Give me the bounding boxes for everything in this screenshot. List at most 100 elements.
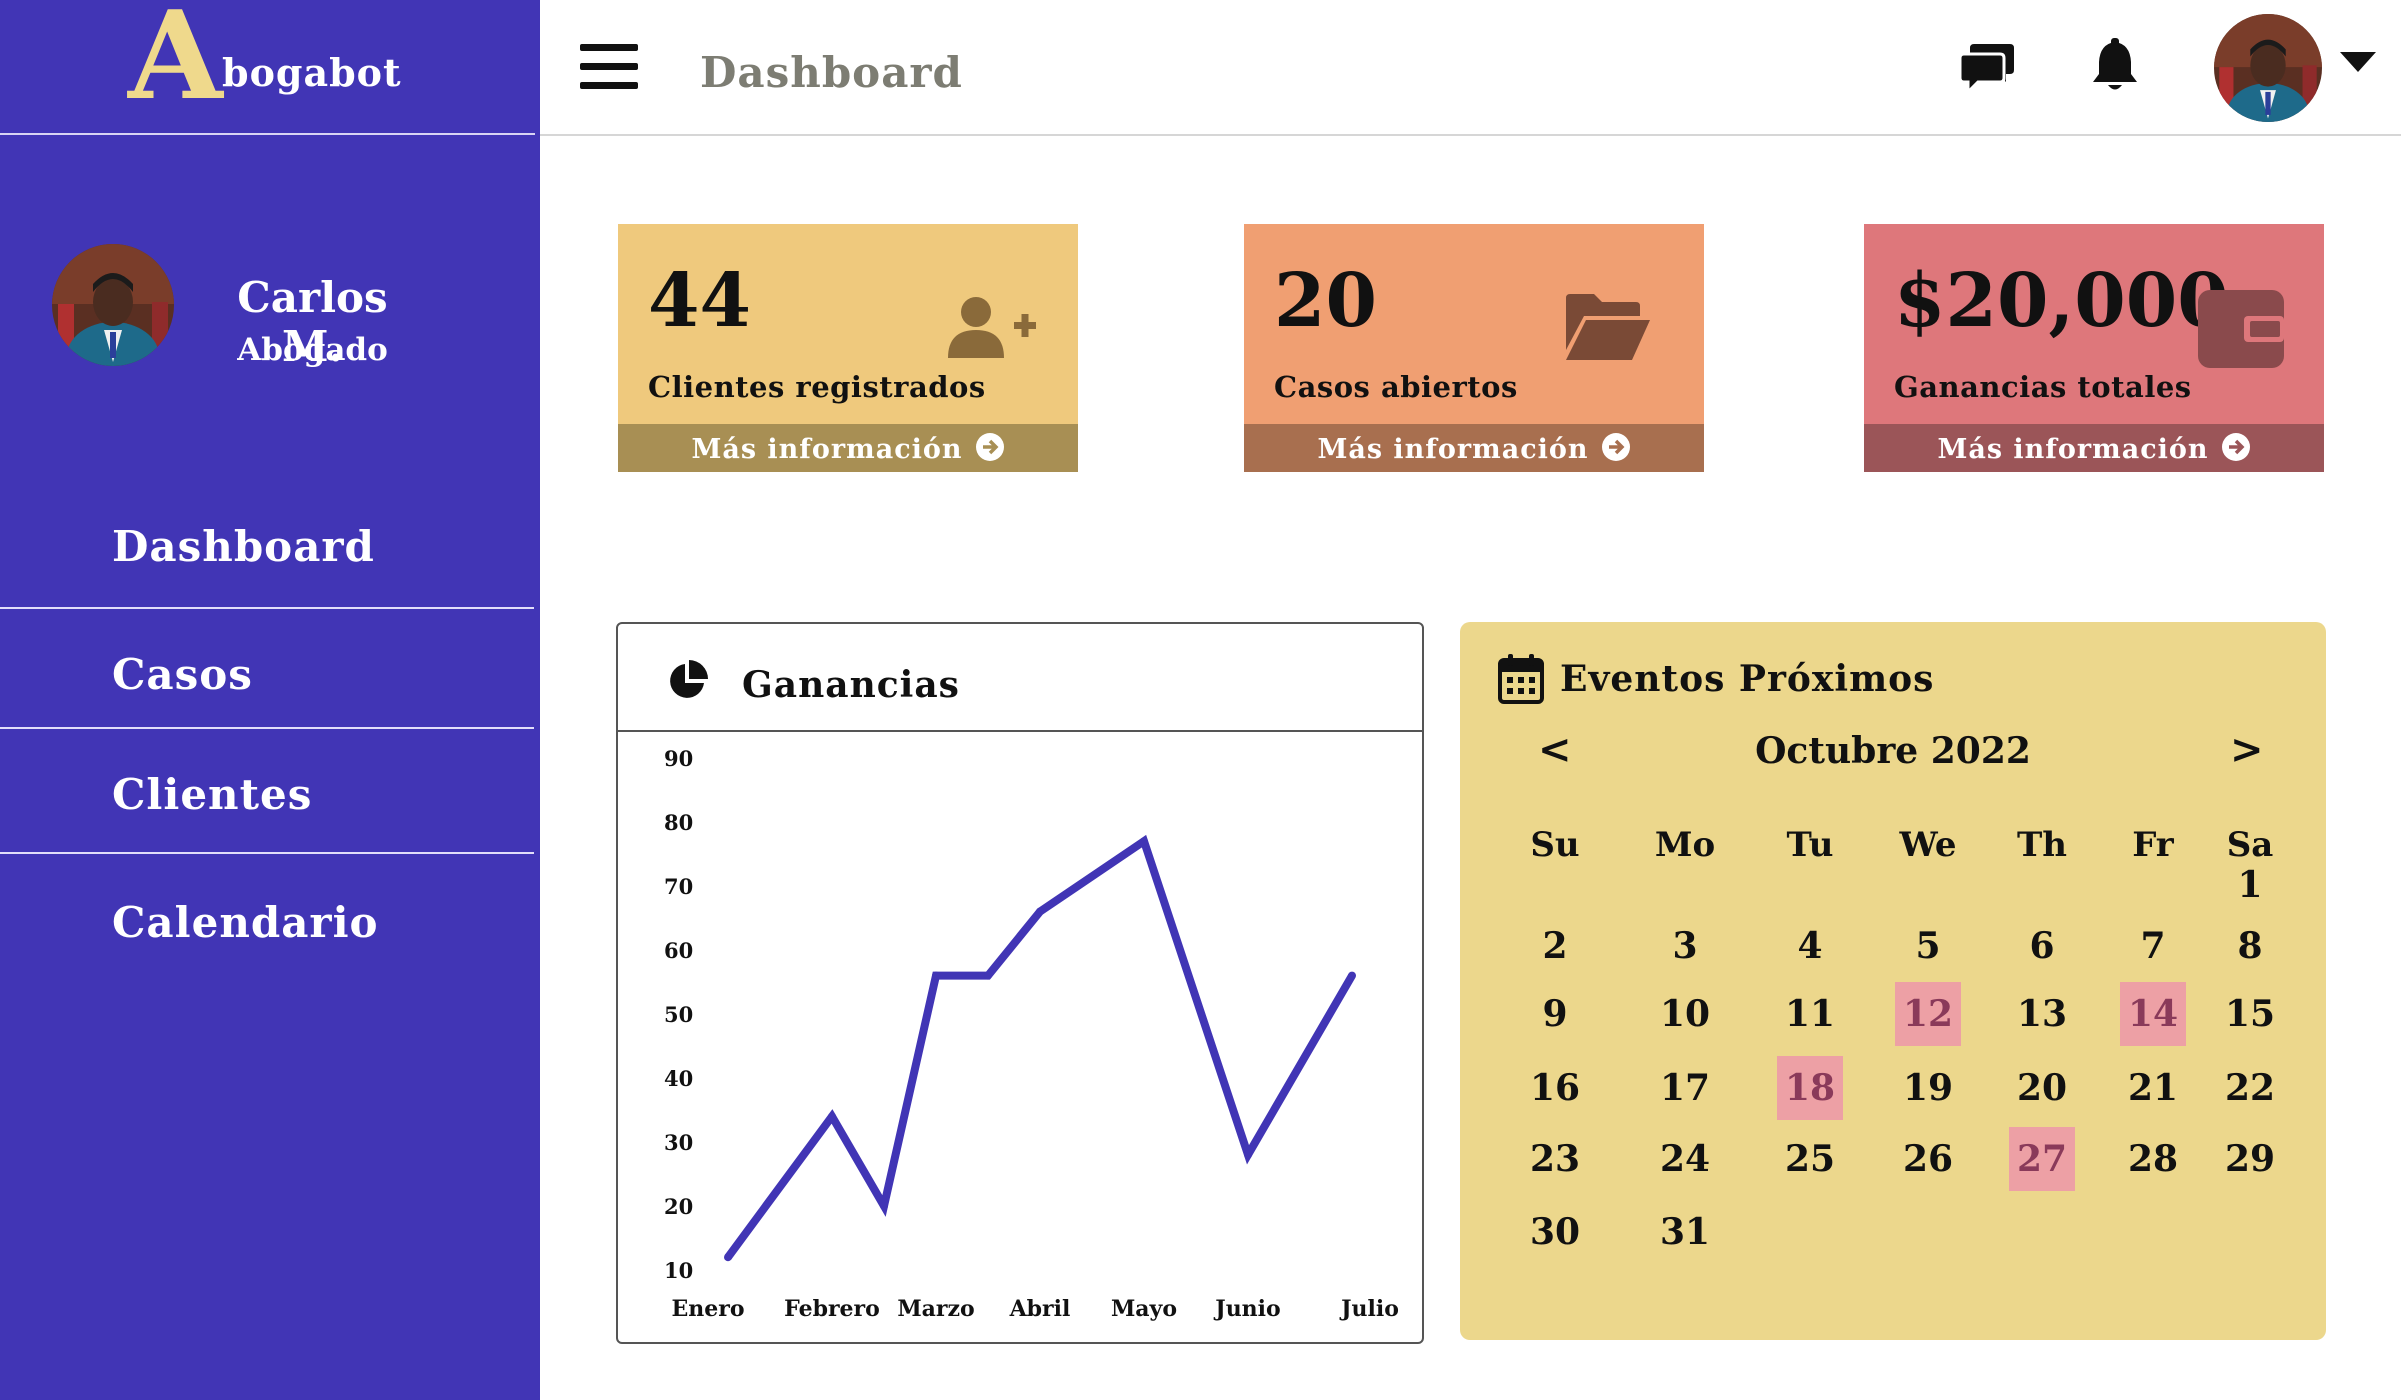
weekday-label: Tu <box>1786 825 1834 865</box>
user-avatar[interactable] <box>2214 14 2322 122</box>
sidebar-item-label: Calendario <box>112 898 379 947</box>
weekday-label: We <box>1899 825 1957 865</box>
y-tick-label: 10 <box>664 1258 693 1283</box>
calendar-day[interactable]: 26 <box>1895 1127 1961 1191</box>
calendar-day[interactable]: 23 <box>1522 1127 1588 1191</box>
y-tick-label: 40 <box>664 1066 693 1091</box>
sidebar: A bogabot Carlos M. Abogado Dashboard Ca… <box>0 0 540 1400</box>
calendar-day[interactable]: 10 <box>1652 982 1718 1046</box>
calendar-day[interactable]: 4 <box>1777 914 1843 978</box>
data-point <box>828 1112 836 1121</box>
events-calendar: Eventos Próximos < Octubre 2022 > Su Mo Tu… <box>1460 622 2326 1340</box>
calendar-day[interactable]: 22 <box>2217 1056 2283 1120</box>
y-tick-label: 90 <box>664 746 693 771</box>
calendar-day[interactable]: 5 <box>1895 914 1961 978</box>
calendar-day-event[interactable]: 12 <box>1895 982 1961 1046</box>
weekday-label: Su <box>1530 825 1580 865</box>
data-point <box>1244 1150 1252 1159</box>
stat-value: $20,000 <box>1894 258 2229 344</box>
calendar-icon <box>1498 654 1544 708</box>
brand-initial: A <box>128 0 223 127</box>
calendar-day[interactable]: 30 <box>1522 1200 1588 1264</box>
calendar-day[interactable]: 15 <box>2217 982 2283 1046</box>
data-point <box>880 1202 888 1210</box>
brand-name: bogabot <box>222 50 402 95</box>
stat-label: Casos abiertos <box>1274 370 1518 404</box>
calendar-day[interactable]: 16 <box>1522 1056 1588 1120</box>
data-point <box>932 971 940 980</box>
folder-open-icon <box>1564 290 1652 366</box>
y-tick-label: 70 <box>664 874 693 899</box>
sidebar-item-clientes[interactable]: Clientes <box>0 730 534 850</box>
calendar-day[interactable]: 7 <box>2120 914 2186 978</box>
calendar-day[interactable]: 17 <box>1652 1056 1718 1120</box>
calendar-day[interactable]: 9 <box>1522 982 1588 1046</box>
x-tick-label: Marzo <box>897 1296 974 1322</box>
stat-card-ganancias: $20,000 Ganancias totales Más informació… <box>1864 224 2324 472</box>
chat-icon[interactable] <box>1958 40 2016 98</box>
calendar-day[interactable]: 6 <box>2009 914 2075 978</box>
calendar-day[interactable]: 3 <box>1652 914 1718 978</box>
y-tick-label: 50 <box>664 1002 693 1027</box>
earnings-chart-panel: Ganancias 10 20 30 40 50 60 70 80 90 Enero Febrero… <box>616 622 1424 1344</box>
next-month-button[interactable]: > <box>2230 726 2264 773</box>
calendar-day[interactable]: 28 <box>2120 1127 2186 1191</box>
calendar-day[interactable]: 20 <box>2009 1056 2075 1120</box>
more-info-link[interactable]: Más información <box>1244 424 1704 472</box>
calendar-day[interactable]: 8 <box>2217 914 2283 978</box>
calendar-day-event[interactable]: 18 <box>1777 1056 1843 1120</box>
x-tick-label: Enero <box>671 1296 744 1322</box>
more-info-label: Más información <box>1317 434 1589 465</box>
add-user-icon <box>948 296 1038 364</box>
calendar-day[interactable]: 13 <box>2009 982 2075 1046</box>
weekday-label: Fr <box>2132 825 2174 865</box>
sidebar-item-label: Dashboard <box>112 522 375 571</box>
stat-value: 20 <box>1274 258 1377 344</box>
bell-icon[interactable] <box>2090 38 2140 98</box>
calendar-title: Eventos Próximos <box>1560 658 1935 700</box>
brand-logo[interactable]: A bogabot <box>0 0 535 135</box>
profile-role: Abogado <box>237 332 388 368</box>
y-tick-label: 20 <box>664 1194 693 1219</box>
data-point <box>1140 837 1148 846</box>
profile-avatar[interactable] <box>52 244 174 366</box>
sidebar-divider <box>0 852 534 854</box>
x-tick-label: Junio <box>1213 1296 1280 1322</box>
calendar-day[interactable]: 1 <box>2217 853 2283 917</box>
sidebar-item-calendario[interactable]: Calendario <box>0 856 534 976</box>
sidebar-item-label: Clientes <box>112 770 313 819</box>
x-tick-label: Mayo <box>1111 1296 1177 1322</box>
topbar: Dashboard <box>540 0 2401 136</box>
avatar-image <box>2214 14 2322 122</box>
calendar-day[interactable]: 21 <box>2120 1056 2186 1120</box>
arrow-circle-right-icon <box>975 432 1005 469</box>
calendar-day[interactable]: 31 <box>1652 1200 1718 1264</box>
data-point <box>1348 971 1356 980</box>
avatar-image <box>52 244 174 366</box>
y-tick-label: 30 <box>664 1130 693 1155</box>
calendar-day[interactable]: 11 <box>1777 982 1843 1046</box>
calendar-day[interactable]: 19 <box>1895 1056 1961 1120</box>
calendar-day[interactable]: 24 <box>1652 1127 1718 1191</box>
stat-card-clientes: 44 Clientes registrados Más información <box>618 224 1078 472</box>
more-info-link[interactable]: Más información <box>1864 424 2324 472</box>
chevron-down-icon[interactable] <box>2340 52 2376 76</box>
calendar-day-event[interactable]: 14 <box>2120 982 2186 1046</box>
menu-icon[interactable] <box>580 44 638 90</box>
sidebar-item-casos[interactable]: Casos <box>0 610 534 730</box>
calendar-day[interactable]: 25 <box>1777 1127 1843 1191</box>
y-tick-label: 60 <box>664 938 693 963</box>
arrow-circle-right-icon <box>2221 432 2251 469</box>
calendar-day[interactable]: 29 <box>2217 1127 2283 1191</box>
arrow-circle-right-icon <box>1601 432 1631 469</box>
calendar-day[interactable]: 2 <box>1522 914 1588 978</box>
sidebar-item-dashboard[interactable]: Dashboard <box>0 490 534 610</box>
more-info-link[interactable]: Más información <box>618 424 1078 472</box>
y-tick-label: 80 <box>664 810 693 835</box>
more-info-label: Más información <box>691 434 963 465</box>
data-point <box>724 1253 732 1262</box>
x-tick-label: Abril <box>1009 1296 1071 1322</box>
sidebar-divider <box>0 727 534 729</box>
stat-value: 44 <box>648 258 751 344</box>
calendar-day-event[interactable]: 27 <box>2009 1127 2075 1191</box>
